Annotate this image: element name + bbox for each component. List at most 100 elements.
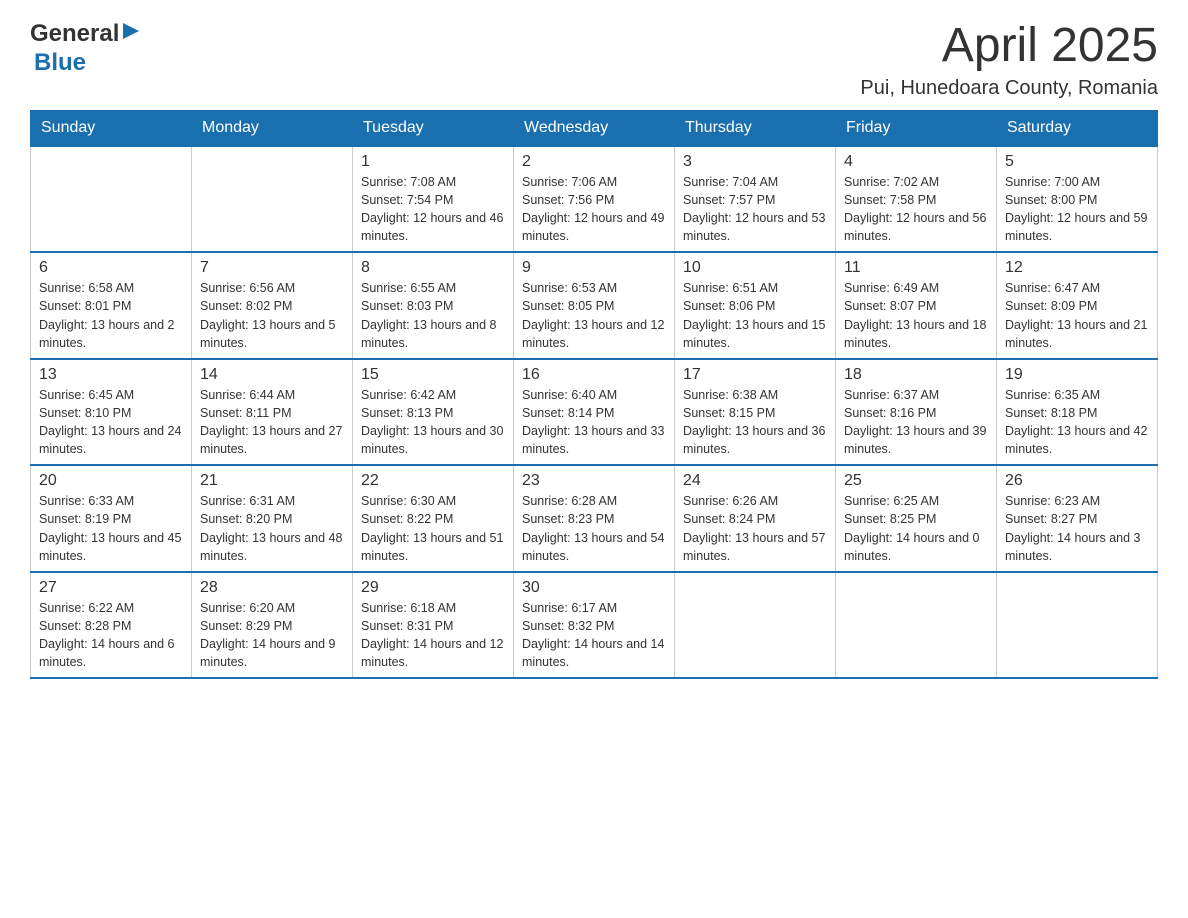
calendar-cell: 25 Sunrise: 6:25 AMSunset: 8:25 PMDayligh… (836, 465, 997, 572)
week-row-2: 6 Sunrise: 6:58 AMSunset: 8:01 PMDaylight… (31, 252, 1158, 359)
day-number: 6 (39, 259, 183, 277)
logo-blue-text: Blue (34, 49, 86, 76)
calendar-cell: 9Sunrise: 6:53 AMSunset: 8:05 PMDaylight… (514, 252, 675, 359)
calendar-cell (836, 572, 997, 679)
calendar-cell: 20 Sunrise: 6:33 AMSunset: 8:19 PMDayligh… (31, 465, 192, 572)
day-info: Sunrise: 6:55 AMSunset: 8:03 PMDaylight:… (361, 279, 505, 352)
calendar-cell: 24 Sunrise: 6:26 AMSunset: 8:24 PMDayligh… (675, 465, 836, 572)
day-info: Sunrise: 6:40 AMSunset: 8:14 PMDaylight:… (522, 386, 666, 459)
day-number: 17 (683, 366, 827, 384)
day-number: 21 (200, 472, 344, 490)
day-info: Sunrise: 6:20 AMSunset: 8:29 PMDaylight:… (200, 599, 344, 672)
day-number: 26 (1005, 472, 1149, 490)
day-number: 3 (683, 153, 827, 171)
calendar-cell: 26 Sunrise: 6:23 AMSunset: 8:27 PMDayligh… (997, 465, 1158, 572)
day-info: Sunrise: 6:23 AMSunset: 8:27 PMDaylight:… (1005, 492, 1149, 565)
col-thursday: Thursday (675, 110, 836, 146)
day-number: 22 (361, 472, 505, 490)
day-info: Sunrise: 6:25 AMSunset: 8:25 PMDaylight:… (844, 492, 988, 565)
calendar-cell: 18Sunrise: 6:37 AMSunset: 8:16 PMDayligh… (836, 359, 997, 466)
calendar-cell: 27Sunrise: 6:22 AMSunset: 8:28 PMDayligh… (31, 572, 192, 679)
calendar-cell: 6 Sunrise: 6:58 AMSunset: 8:01 PMDaylight… (31, 252, 192, 359)
day-number: 20 (39, 472, 183, 490)
title-block: April 2025 Pui, Hunedoara County, Romani… (860, 20, 1158, 100)
calendar-cell: 22 Sunrise: 6:30 AMSunset: 8:22 PMDayligh… (353, 465, 514, 572)
col-tuesday: Tuesday (353, 110, 514, 146)
calendar-cell: 3 Sunrise: 7:04 AMSunset: 7:57 PMDaylight… (675, 146, 836, 253)
calendar-cell: 8 Sunrise: 6:55 AMSunset: 8:03 PMDaylight… (353, 252, 514, 359)
week-row-5: 27Sunrise: 6:22 AMSunset: 8:28 PMDayligh… (31, 572, 1158, 679)
day-number: 25 (844, 472, 988, 490)
calendar-cell: 10 Sunrise: 6:51 AMSunset: 8:06 PMDayligh… (675, 252, 836, 359)
day-number: 12 (1005, 259, 1149, 277)
calendar-cell: 14 Sunrise: 6:44 AMSunset: 8:11 PMDayligh… (192, 359, 353, 466)
calendar-cell: 5 Sunrise: 7:00 AMSunset: 8:00 PMDaylight… (997, 146, 1158, 253)
day-info: Sunrise: 7:02 AMSunset: 7:58 PMDaylight:… (844, 173, 988, 246)
month-title: April 2025 (860, 20, 1158, 73)
day-number: 8 (361, 259, 505, 277)
calendar-table: Sunday Monday Tuesday Wednesday Thursday… (30, 110, 1158, 680)
day-number: 4 (844, 153, 988, 171)
day-number: 16 (522, 366, 666, 384)
col-monday: Monday (192, 110, 353, 146)
day-info: Sunrise: 6:51 AMSunset: 8:06 PMDaylight:… (683, 279, 827, 352)
day-info: Sunrise: 6:22 AMSunset: 8:28 PMDaylight:… (39, 599, 183, 672)
calendar-cell: 29 Sunrise: 6:18 AMSunset: 8:31 PMDayligh… (353, 572, 514, 679)
day-info: Sunrise: 7:04 AMSunset: 7:57 PMDaylight:… (683, 173, 827, 246)
day-info: Sunrise: 6:42 AMSunset: 8:13 PMDaylight:… (361, 386, 505, 459)
day-info: Sunrise: 6:49 AMSunset: 8:07 PMDaylight:… (844, 279, 988, 352)
day-number: 7 (200, 259, 344, 277)
calendar-cell: 1Sunrise: 7:08 AMSunset: 7:54 PMDaylight… (353, 146, 514, 253)
calendar-cell (997, 572, 1158, 679)
day-number: 10 (683, 259, 827, 277)
calendar-cell: 16 Sunrise: 6:40 AMSunset: 8:14 PMDayligh… (514, 359, 675, 466)
day-number: 13 (39, 366, 183, 384)
day-number: 14 (200, 366, 344, 384)
day-info: Sunrise: 6:38 AMSunset: 8:15 PMDaylight:… (683, 386, 827, 459)
day-info: Sunrise: 6:35 AMSunset: 8:18 PMDaylight:… (1005, 386, 1149, 459)
calendar-cell: 17 Sunrise: 6:38 AMSunset: 8:15 PMDayligh… (675, 359, 836, 466)
calendar-cell: 23Sunrise: 6:28 AMSunset: 8:23 PMDayligh… (514, 465, 675, 572)
week-row-1: 1Sunrise: 7:08 AMSunset: 7:54 PMDaylight… (31, 146, 1158, 253)
day-number: 5 (1005, 153, 1149, 171)
day-number: 2 (522, 153, 666, 171)
calendar-cell: 12 Sunrise: 6:47 AMSunset: 8:09 PMDayligh… (997, 252, 1158, 359)
day-number: 24 (683, 472, 827, 490)
day-info: Sunrise: 6:26 AMSunset: 8:24 PMDaylight:… (683, 492, 827, 565)
col-wednesday: Wednesday (514, 110, 675, 146)
calendar-cell: 28 Sunrise: 6:20 AMSunset: 8:29 PMDayligh… (192, 572, 353, 679)
day-number: 19 (1005, 366, 1149, 384)
day-info: Sunrise: 6:33 AMSunset: 8:19 PMDaylight:… (39, 492, 183, 565)
col-saturday: Saturday (997, 110, 1158, 146)
calendar-cell (31, 146, 192, 253)
day-number: 28 (200, 579, 344, 597)
day-info: Sunrise: 6:31 AMSunset: 8:20 PMDaylight:… (200, 492, 344, 565)
day-info: Sunrise: 6:44 AMSunset: 8:11 PMDaylight:… (200, 386, 344, 459)
day-info: Sunrise: 7:06 AMSunset: 7:56 PMDaylight:… (522, 173, 666, 246)
day-info: Sunrise: 6:53 AMSunset: 8:05 PMDaylight:… (522, 279, 666, 352)
calendar-cell: 13 Sunrise: 6:45 AMSunset: 8:10 PMDayligh… (31, 359, 192, 466)
day-info: Sunrise: 6:37 AMSunset: 8:16 PMDaylight:… (844, 386, 988, 459)
calendar-cell: 15 Sunrise: 6:42 AMSunset: 8:13 PMDayligh… (353, 359, 514, 466)
day-info: Sunrise: 6:18 AMSunset: 8:31 PMDaylight:… (361, 599, 505, 672)
day-info: Sunrise: 6:47 AMSunset: 8:09 PMDaylight:… (1005, 279, 1149, 352)
day-number: 15 (361, 366, 505, 384)
calendar-cell: 4 Sunrise: 7:02 AMSunset: 7:58 PMDaylight… (836, 146, 997, 253)
day-info: Sunrise: 6:56 AMSunset: 8:02 PMDaylight:… (200, 279, 344, 352)
day-info: Sunrise: 6:58 AMSunset: 8:01 PMDaylight:… (39, 279, 183, 352)
calendar-cell: 19 Sunrise: 6:35 AMSunset: 8:18 PMDayligh… (997, 359, 1158, 466)
calendar-header-row: Sunday Monday Tuesday Wednesday Thursday… (31, 110, 1158, 146)
calendar-cell (192, 146, 353, 253)
week-row-4: 20 Sunrise: 6:33 AMSunset: 8:19 PMDayligh… (31, 465, 1158, 572)
day-number: 11 (844, 259, 988, 277)
day-info: Sunrise: 6:45 AMSunset: 8:10 PMDaylight:… (39, 386, 183, 459)
logo: General Blue (30, 20, 141, 78)
day-info: Sunrise: 7:08 AMSunset: 7:54 PMDaylight:… (361, 173, 505, 246)
calendar-cell: 30Sunrise: 6:17 AMSunset: 8:32 PMDayligh… (514, 572, 675, 679)
day-number: 23 (522, 472, 666, 490)
day-info: Sunrise: 6:30 AMSunset: 8:22 PMDaylight:… (361, 492, 505, 565)
col-sunday: Sunday (31, 110, 192, 146)
day-number: 29 (361, 579, 505, 597)
day-info: Sunrise: 7:00 AMSunset: 8:00 PMDaylight:… (1005, 173, 1149, 246)
day-number: 30 (522, 579, 666, 597)
